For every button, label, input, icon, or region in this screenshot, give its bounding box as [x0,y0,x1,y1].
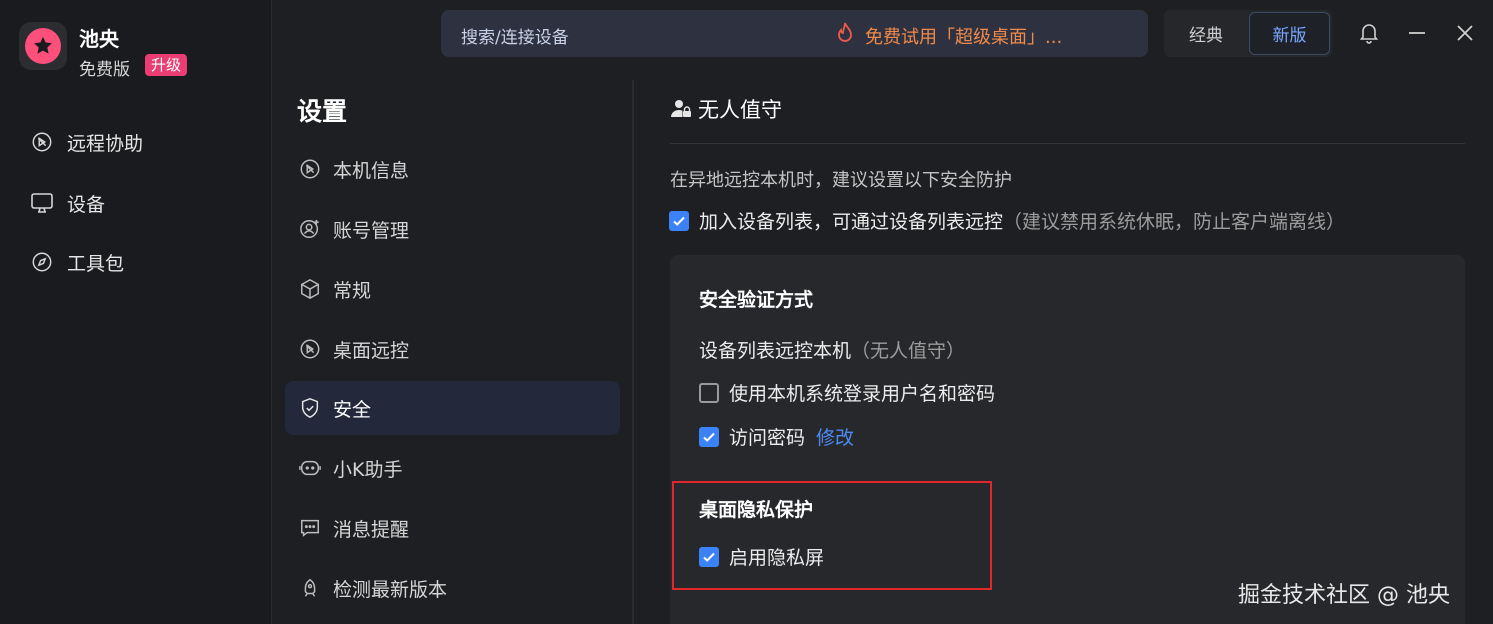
menu-label: 常规 [333,279,372,302]
divider [670,143,1465,144]
add-to-device-list-label: 加入设备列表，可通过设备列表远控 [699,211,1004,233]
user-lock-icon [670,98,692,120]
add-to-device-list-hint: （建议禁用系统休眠，防止客户端离线） [1003,211,1346,233]
menu-item-security[interactable]: 安全 [285,381,620,435]
add-to-device-list-option[interactable]: 加入设备列表，可通过设备列表远控 （建议禁用系统休眠，防止客户端离线） [669,207,1345,234]
device-list-remote-text: 设备列表远控本机 [699,340,852,362]
nav-item-devices[interactable]: 设备 [30,188,105,218]
notification-bell-icon[interactable] [1356,20,1382,46]
app-logo [19,22,67,70]
nav-label: 远程协助 [67,132,144,155]
promo-text: 免费试用「超级桌面」... [865,26,1063,48]
system-login-checkbox[interactable] [699,382,719,403]
menu-item-desktop-remote[interactable]: 桌面远控 [285,322,620,376]
device-list-remote-label: 设备列表远控本机（无人值守） [699,336,965,363]
classic-mode-button[interactable]: 经典 [1164,10,1248,57]
column-divider [632,80,634,624]
system-login-label: 使用本机系统登录用户名和密码 [729,383,996,405]
highlight-annotation-box [672,481,992,590]
access-password-option[interactable]: 访问密码 修改 [699,423,854,450]
menu-item-assistant[interactable]: 小K助手 [285,441,620,495]
system-login-option[interactable]: 使用本机系统登录用户名和密码 [699,379,995,406]
menu-label: 桌面远控 [333,339,410,362]
menu-item-check-update[interactable]: 检测最新版本 [285,561,620,615]
menu-label: 本机信息 [333,159,410,182]
nav-item-toolkit[interactable]: 工具包 [30,247,124,277]
nav-label: 设备 [67,193,106,216]
verify-method-title: 安全验证方式 [699,289,814,311]
nav-label: 工具包 [67,252,125,275]
desktop-remote-icon [298,337,322,361]
shield-icon [298,396,322,420]
message-icon [298,516,322,540]
device-list-remote-hint: （无人值守） [851,340,966,362]
version-switch: 经典 新版 [1164,10,1332,57]
close-icon[interactable] [1452,20,1478,46]
search-placeholder[interactable]: 搜索/连接设备 [461,23,569,48]
app-edition: 免费版 [79,60,130,80]
upgrade-badge[interactable]: 升级 [145,54,188,76]
menu-label: 安全 [333,398,372,421]
menu-item-messages[interactable]: 消息提醒 [285,501,620,555]
search-bar[interactable]: 搜索/连接设备 免费试用「超级桌面」... [441,10,1148,57]
cube-icon [298,277,322,301]
menu-label: 小K助手 [333,458,403,481]
monitor-icon [30,191,54,215]
menu-item-device-info[interactable]: 本机信息 [285,142,620,196]
update-icon [298,576,322,600]
flame-icon [835,22,855,49]
section-title-text: 无人值守 [698,98,782,122]
nav-item-remote-assist[interactable]: 远程协助 [30,127,143,157]
left-rail: 池央 免费版 升级 远程协助 设备 工具包 [0,0,272,624]
menu-label: 检测最新版本 [333,578,448,601]
promo-link[interactable]: 免费试用「超级桌面」... [835,22,1062,49]
account-icon [298,217,322,241]
section-title: 无人值守 [670,94,782,124]
minimize-icon[interactable] [1404,20,1430,46]
menu-item-general[interactable]: 常规 [285,262,620,316]
device-info-icon [298,157,322,181]
app-name: 池央 [79,27,119,51]
assistant-icon [298,456,322,480]
modify-password-link[interactable]: 修改 [816,423,854,450]
section-description: 在异地远控本机时，建议设置以下安全防护 [670,170,1012,191]
menu-label: 消息提醒 [333,518,410,541]
access-password-label: 访问密码 [729,427,806,449]
menu-item-account[interactable]: 账号管理 [285,202,620,256]
remote-assist-icon [30,130,54,154]
menu-label: 账号管理 [333,219,410,242]
add-to-device-list-checkbox[interactable] [669,210,689,231]
access-password-checkbox[interactable] [699,426,719,447]
watermark: 掘金技术社区 @ 池央 [1238,583,1450,608]
settings-title: 设置 [297,97,348,126]
compass-icon [30,250,54,274]
new-mode-button[interactable]: 新版 [1249,12,1330,55]
